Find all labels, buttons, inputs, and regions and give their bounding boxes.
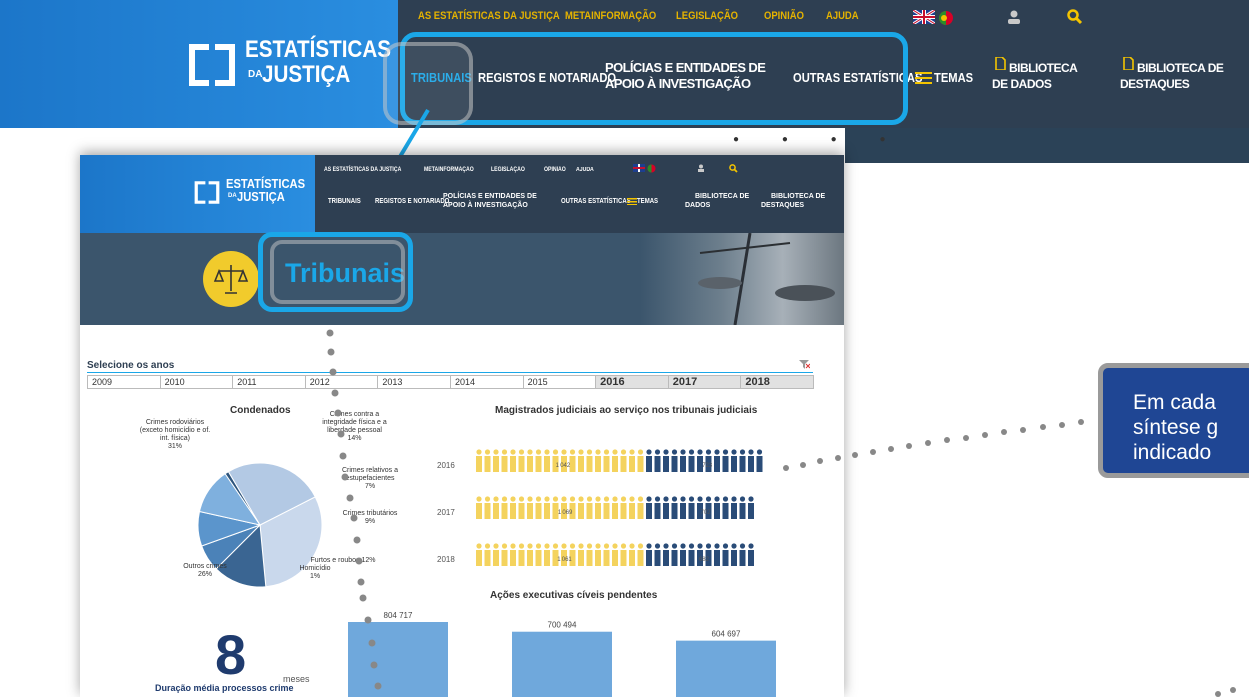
screenshot: ESTATÍSTICAS DAJUSTIÇA AS ESTATÍSTICAS D…	[0, 0, 1249, 697]
dotted-connector	[326, 329, 1236, 697]
callout-box: Em cada síntese g indicado	[1098, 363, 1249, 478]
callout-text: Em cada síntese g indicado	[1133, 391, 1219, 464]
